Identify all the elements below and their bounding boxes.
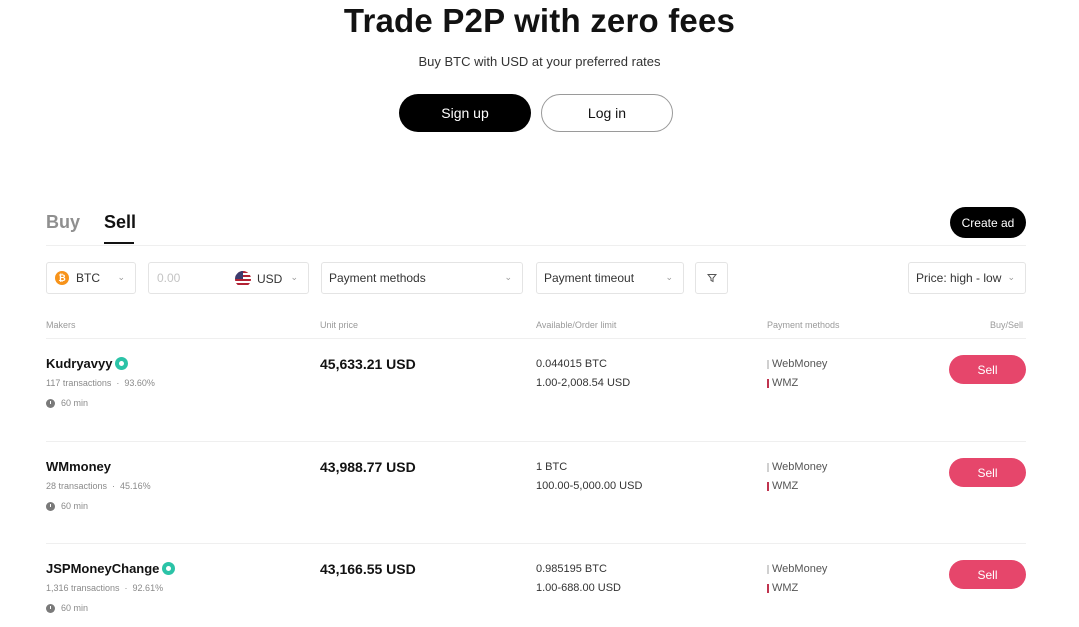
maker-stats: 1,316 transactions · 92.61% <box>46 583 164 593</box>
payment-method-label: WebMoney <box>772 563 828 575</box>
payment-time-value: 60 min <box>61 398 89 408</box>
maker-name-link[interactable]: WMmoney <box>46 459 111 474</box>
sell-button[interactable]: Sell <box>949 355 1026 384</box>
crypto-select[interactable]: ₿ BTC ⌄ <box>46 262 136 294</box>
completion-rate: 45.16% <box>120 481 151 491</box>
maker-name[interactable]: WMmoney <box>46 459 111 474</box>
signup-button[interactable]: Sign up <box>399 94 531 132</box>
payment-method-marker <box>767 378 769 388</box>
column-header-buy-sell: Buy/Sell <box>990 320 1024 330</box>
tabs-divider <box>46 245 1026 246</box>
payment-method-marker <box>767 462 769 472</box>
payment-timeout-select[interactable]: Payment timeout ⌄ <box>536 262 684 294</box>
filter-icon <box>706 274 717 283</box>
tab-sell[interactable]: Sell <box>104 212 136 233</box>
maker-stats: 117 transactions · 93.60% <box>46 378 155 388</box>
available-amount: 0.044015 BTC <box>536 358 607 370</box>
page-subtitle: Buy BTC with USD at your preferred rates <box>418 54 661 69</box>
header-divider <box>46 338 1026 339</box>
sell-button[interactable]: Sell <box>949 458 1026 487</box>
payment-time: 60 min <box>46 398 88 408</box>
maker-name-link[interactable]: Kudryavyy <box>46 356 129 371</box>
sort-select[interactable]: Price: high - low ⌄ <box>908 262 1026 294</box>
payment-time-value: 60 min <box>61 501 89 511</box>
transaction-count: 117 transactions <box>46 378 112 388</box>
payment-methods-select-label: Payment methods <box>329 271 426 285</box>
column-header-payment-methods: Payment methods <box>767 320 840 330</box>
row-divider <box>46 441 1026 442</box>
order-limit: 100.00-5,000.00 USD <box>536 480 643 492</box>
completion-rate: 92.61% <box>132 583 164 593</box>
create-ad-button[interactable]: Create ad <box>950 207 1026 238</box>
unit-price: 43,166.55 USD <box>320 561 416 577</box>
login-button[interactable]: Log in <box>541 94 673 132</box>
maker-stats: 28 transactions · 45.16% <box>46 481 151 491</box>
chevron-down-icon: ⌄ <box>665 272 673 282</box>
payment-method: WebMoney <box>767 563 827 575</box>
available-amount: 1 BTC <box>536 461 568 473</box>
tab-buy[interactable]: Buy <box>46 212 80 233</box>
payment-method-label: WMZ <box>772 480 799 492</box>
payment-method: WMZ <box>767 480 798 492</box>
column-header-unit-price: Unit price <box>320 320 359 330</box>
order-limit: 1.00-688.00 USD <box>536 582 621 594</box>
chevron-down-icon: ⌄ <box>117 272 125 282</box>
chevron-down-icon: ⌄ <box>1007 272 1015 282</box>
clock-icon <box>46 603 55 613</box>
payment-time: 60 min <box>46 603 88 613</box>
column-header-available: Available/Order limit <box>536 320 617 330</box>
sell-button[interactable]: Sell <box>949 560 1026 589</box>
payment-methods-select[interactable]: Payment methods ⌄ <box>321 262 523 294</box>
filter-button[interactable] <box>695 262 728 294</box>
payment-timeout-select-label: Payment timeout <box>544 271 635 285</box>
amount-input[interactable] <box>157 271 227 285</box>
sort-select-value: Price: high - low <box>916 271 1002 285</box>
maker-name[interactable]: Kudryavyy <box>46 356 112 371</box>
payment-method-marker <box>767 481 769 491</box>
completion-rate: 93.60% <box>124 378 155 388</box>
payment-method: WebMoney <box>767 461 827 473</box>
fiat-select-value[interactable]: USD <box>257 272 282 286</box>
verified-badge-icon <box>115 357 129 370</box>
payment-method-label: WMZ <box>772 582 799 594</box>
active-tab-indicator <box>104 242 134 244</box>
us-flag-icon <box>235 271 251 287</box>
page-title: Trade P2P with zero fees <box>343 2 736 39</box>
transaction-count: 1,316 transactions <box>46 583 120 593</box>
maker-name-link[interactable]: JSPMoneyChange <box>46 561 176 576</box>
verified-badge-icon <box>162 562 176 575</box>
clock-icon <box>46 398 55 408</box>
crypto-select-value: BTC <box>76 271 100 285</box>
bitcoin-icon: ₿ <box>55 271 69 285</box>
payment-method-marker <box>767 583 769 593</box>
payment-time: 60 min <box>46 501 88 511</box>
transaction-count: 28 transactions <box>46 481 108 491</box>
order-limit: 1.00-2,008.54 USD <box>536 377 631 389</box>
payment-method: WMZ <box>767 582 798 594</box>
payment-method: WebMoney <box>767 358 827 370</box>
payment-method-marker <box>767 359 769 369</box>
payment-method-label: WMZ <box>772 377 799 389</box>
row-divider <box>46 543 1026 544</box>
payment-method: WMZ <box>767 377 798 389</box>
unit-price: 45,633.21 USD <box>320 356 416 372</box>
unit-price: 43,988.77 USD <box>320 459 416 475</box>
maker-name[interactable]: JSPMoneyChange <box>46 561 159 576</box>
payment-time-value: 60 min <box>61 603 89 613</box>
payment-method-marker <box>767 564 769 574</box>
column-header-makers: Makers <box>46 320 76 330</box>
chevron-down-icon: ⌄ <box>504 272 512 282</box>
chevron-down-icon: ⌄ <box>290 272 298 282</box>
clock-icon <box>46 501 55 511</box>
payment-method-label: WebMoney <box>772 358 828 370</box>
available-amount: 0.985195 BTC <box>536 563 607 575</box>
amount-field[interactable]: USD ⌄ <box>148 262 309 294</box>
payment-method-label: WebMoney <box>772 461 828 473</box>
